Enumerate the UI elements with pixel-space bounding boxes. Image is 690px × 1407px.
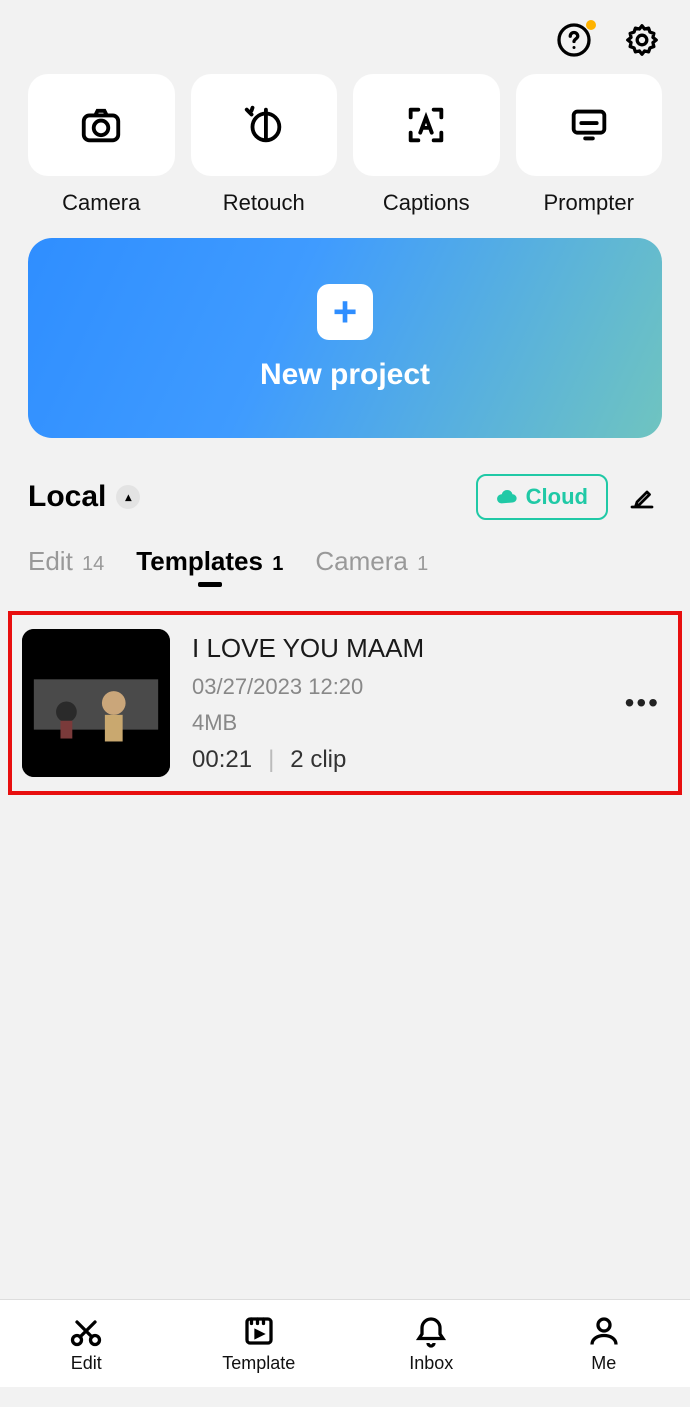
new-project-button[interactable]: + New project [28,238,662,438]
template-clips: 2 clip [290,746,346,774]
tab-camera[interactable]: Camera 1 [315,546,428,577]
tab-edit[interactable]: Edit 14 [28,546,104,577]
cloud-button[interactable]: Cloud [476,474,608,520]
nav-me[interactable]: Me [518,1300,690,1387]
captions-tool[interactable] [353,74,500,176]
source-selector[interactable]: Local ▴ [28,480,140,514]
more-button[interactable]: ••• [617,687,668,719]
nav-template[interactable]: Template [173,1300,346,1387]
template-thumbnail [22,629,170,777]
settings-button[interactable] [622,20,662,60]
cloud-label: Cloud [526,484,588,510]
template-title: I LOVE YOU MAAM [192,633,595,664]
tab-templates[interactable]: Templates 1 [136,546,283,577]
rename-button[interactable] [622,477,662,517]
notification-dot [586,20,596,30]
template-date: 03/27/2023 12:20 [192,674,595,700]
prompter-tool-label: Prompter [516,190,663,216]
retouch-tool[interactable] [191,74,338,176]
template-size: 4MB [192,710,595,736]
source-label: Local [28,480,106,514]
plus-icon: + [317,284,373,340]
nav-edit[interactable]: Edit [0,1300,173,1387]
captions-tool-label: Captions [353,190,500,216]
template-item[interactable]: I LOVE YOU MAAM 03/27/2023 12:20 4MB 00:… [8,611,682,795]
help-button[interactable] [554,20,594,60]
template-duration: 00:21 [192,746,252,774]
new-project-label: New project [260,358,430,392]
bottom-nav: Edit Template Inbox Me [0,1299,690,1387]
camera-tool[interactable] [28,74,175,176]
retouch-tool-label: Retouch [191,190,338,216]
camera-tool-label: Camera [28,190,175,216]
chevron-up-icon: ▴ [116,485,140,509]
prompter-tool[interactable] [516,74,663,176]
nav-inbox[interactable]: Inbox [345,1300,518,1387]
